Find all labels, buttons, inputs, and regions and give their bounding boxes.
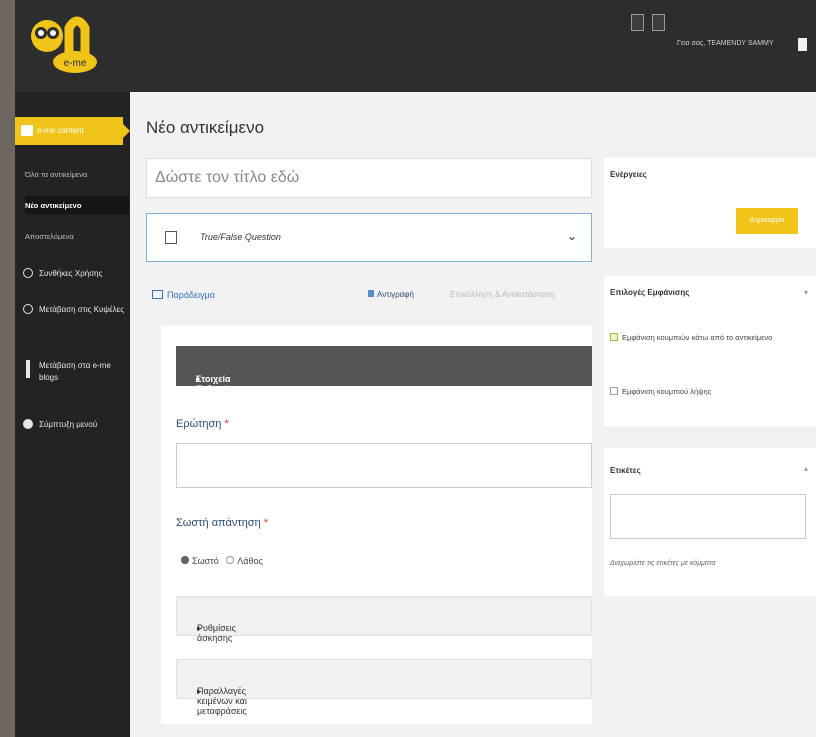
- example-label: Παράδειγμα: [167, 290, 215, 300]
- sidebar-sub-all-items[interactable]: Όλα τα αντικείμενα: [25, 170, 87, 179]
- messages-icon[interactable]: [652, 14, 665, 31]
- circle-icon: [23, 304, 33, 314]
- display-buttons-checkbox[interactable]: [610, 333, 618, 341]
- notifications-icon[interactable]: [631, 14, 644, 31]
- exercise-settings-label: Ρυθμίσεις άσκησης: [197, 623, 237, 643]
- display-buttons-option[interactable]: Εμφάνιση κουμπιών κάτω από το αντικείμεν…: [610, 332, 805, 344]
- example-icon: [152, 290, 163, 299]
- editor-toolbar: Παράδειγμα Αντιγραφή Επικόλληση & Αντικα…: [146, 286, 592, 306]
- sidebar-item-label: Συνθήκες Χρήσης: [39, 269, 103, 278]
- copy-icon: [368, 290, 374, 297]
- example-link[interactable]: Παράδειγμα: [152, 290, 215, 300]
- copy-label: Αντιγραφή: [377, 290, 414, 299]
- text-overrides-label: Παραλλαγές κειμένων και μεταφράσεις: [197, 686, 247, 716]
- copy-button[interactable]: Αντιγραφή: [368, 290, 414, 299]
- download-button-checkbox[interactable]: [610, 387, 618, 395]
- tags-help-text: Διαχωρίστε τις ετικέτες με κόμματα: [610, 560, 716, 567]
- metadata-collapsible[interactable]: ▸ Στοιχεία Πολυμέσων: [176, 346, 592, 394]
- exercise-settings-collapsible[interactable]: ▸ Ρυθμίσεις άσκησης: [176, 596, 592, 643]
- sidebar: e-me content Όλα τα αντικείμενα Νέο αντι…: [15, 92, 130, 737]
- actions-panel: Ενέργειες Δημιουργία: [604, 158, 816, 248]
- radio-false-label: Λάθος: [237, 556, 263, 566]
- content-icon: [21, 125, 33, 136]
- user-menu-icon[interactable]: [798, 38, 807, 51]
- correct-answer-label-text: Σωστή απάντηση: [176, 517, 261, 529]
- chevron-down-icon[interactable]: ▾: [804, 288, 808, 297]
- metadata-label: Στοιχεία Πολυμέσων: [196, 374, 247, 394]
- display-buttons-label: Εμφάνιση κουμπιών κάτω από το αντικείμεν…: [622, 333, 773, 342]
- question-input[interactable]: [176, 443, 592, 488]
- app-frame: e-me Γεια σας, TEAMENDY SAMMY e-me conte…: [15, 0, 816, 737]
- collapse-icon: [23, 419, 33, 429]
- create-button[interactable]: Δημιουργία: [736, 208, 798, 234]
- question-label: Ερώτηση *: [176, 418, 229, 430]
- tags-input[interactable]: [610, 494, 806, 539]
- title-input[interactable]: Δώστε τον τίτλο εδώ: [146, 158, 592, 198]
- sidebar-item-label: Μετάβαση στα e-me blogs: [39, 361, 111, 382]
- page-title: Νέο αντικείμενο: [146, 118, 265, 137]
- content-type-value: True/False Question: [200, 232, 281, 242]
- sidebar-sub-new-item[interactable]: Νέο αντικείμενο: [25, 196, 129, 214]
- sidebar-active-label: e-me content: [37, 126, 84, 135]
- tags-panel: Ετικέτες ▴ Διαχωρίστε τις ετικέτες με κό…: [604, 448, 816, 596]
- radio-false[interactable]: Λάθος: [226, 556, 263, 566]
- display-options-title: Επιλογές Εμφάνισης: [610, 288, 690, 297]
- actions-title: Ενέργειες: [610, 170, 647, 179]
- sidebar-sub-sent-items[interactable]: Αποστελόμενα: [25, 232, 74, 241]
- download-button-option[interactable]: Εμφάνιση κουμπιού λήψης: [610, 386, 805, 398]
- chevron-up-icon[interactable]: ▴: [804, 464, 808, 473]
- sidebar-item-label: Σύμπτυξη μενού: [39, 420, 98, 429]
- display-options-panel: Επιλογές Εμφάνισης ▾ Εμφάνιση κουμπιών κ…: [604, 276, 816, 426]
- correct-answer-label: Σωστή απάντηση *: [176, 517, 269, 529]
- question-label-text: Ερώτηση: [176, 418, 222, 430]
- sidebar-item-label: Μετάβαση στις Κυψέλες: [39, 305, 125, 314]
- chevron-down-icon: ⌄: [566, 229, 577, 243]
- tags-title: Ετικέτες: [610, 466, 641, 475]
- answer-radio-group: Σωστό Λάθος: [181, 556, 263, 566]
- info-icon: [26, 360, 30, 378]
- radio-true-indicator[interactable]: [181, 556, 189, 564]
- sidebar-item-e-me-content[interactable]: e-me content: [15, 117, 130, 145]
- radio-true-label: Σωστό: [192, 556, 219, 566]
- editor-content: ▸ Στοιχεία Πολυμέσων Ερώτηση * Σωστή απά…: [161, 326, 592, 724]
- radio-false-indicator[interactable]: [226, 556, 235, 564]
- user-greeting[interactable]: Γεια σας, TEAMENDY SAMMY: [677, 40, 774, 47]
- text-overrides-collapsible[interactable]: ▸ Παραλλαγές κειμένων και μεταφράσεις: [176, 659, 592, 716]
- e-me-logo[interactable]: e-me: [25, 6, 103, 80]
- content-type-icon: [165, 231, 177, 244]
- info-circle-icon: [23, 268, 33, 278]
- radio-true[interactable]: Σωστό: [181, 556, 219, 566]
- top-bar: e-me Γεια σας, TEAMENDY SAMMY: [15, 0, 816, 92]
- logo-text: e-me: [64, 58, 87, 69]
- paste-replace-button[interactable]: Επικόλληση & Αντικατάσταση: [450, 290, 554, 299]
- content-type-select[interactable]: True/False Question ⌄: [146, 213, 592, 262]
- download-button-label: Εμφάνιση κουμπιού λήψης: [622, 387, 712, 396]
